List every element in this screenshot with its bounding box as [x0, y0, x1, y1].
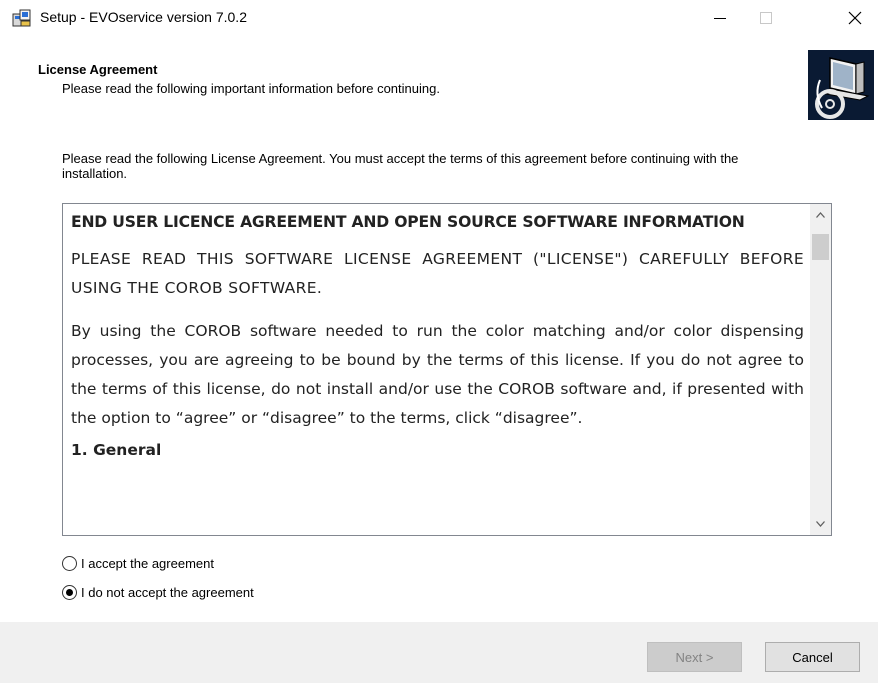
license-paragraph: PLEASE READ THIS SOFTWARE LICENSE AGREEM… — [71, 250, 804, 297]
accept-agreement-option[interactable]: I accept the agreement — [62, 556, 214, 571]
chevron-down-icon — [816, 521, 825, 527]
window-title: Setup - EVOservice version 7.0.2 — [40, 9, 247, 25]
license-section-heading: 1. General — [71, 441, 162, 459]
decline-radio[interactable] — [62, 585, 77, 600]
maximize-icon — [760, 12, 772, 24]
wizard-computer-cd-icon — [808, 50, 874, 120]
accept-radio[interactable] — [62, 556, 77, 571]
minimize-button[interactable] — [697, 0, 743, 36]
vertical-scrollbar[interactable] — [810, 204, 831, 535]
maximize-button[interactable] — [743, 0, 789, 36]
intro-text: Please read the following License Agreem… — [62, 151, 739, 181]
minimize-icon — [714, 18, 726, 19]
scroll-down-button[interactable] — [810, 513, 831, 535]
close-button[interactable] — [832, 0, 878, 36]
wizard-footer: Next > Cancel — [0, 622, 878, 683]
license-paragraph: By using the COROB software needed to ru… — [71, 322, 804, 427]
wizard-header: License Agreement Please read the follow… — [0, 36, 878, 135]
scrollbar-thumb[interactable] — [812, 234, 829, 260]
decline-label[interactable]: I do not accept the agreement — [81, 585, 254, 600]
close-icon — [848, 11, 862, 25]
scroll-up-button[interactable] — [810, 204, 831, 226]
page-subtitle: Please read the following important info… — [62, 81, 440, 96]
accept-label[interactable]: I accept the agreement — [81, 556, 214, 571]
license-content: END USER LICENCE AGREEMENT AND OPEN SOUR… — [71, 204, 804, 459]
cancel-button[interactable]: Cancel — [765, 642, 860, 672]
license-text-box[interactable]: END USER LICENCE AGREEMENT AND OPEN SOUR… — [62, 203, 832, 536]
decline-agreement-option[interactable]: I do not accept the agreement — [62, 585, 254, 600]
next-button[interactable]: Next > — [647, 642, 742, 672]
title-bar: Setup - EVOservice version 7.0.2 — [0, 0, 878, 36]
license-heading: END USER LICENCE AGREEMENT AND OPEN SOUR… — [71, 213, 745, 231]
page-title: License Agreement — [38, 62, 158, 77]
chevron-up-icon — [816, 212, 825, 218]
setup-installer-icon — [12, 8, 32, 28]
